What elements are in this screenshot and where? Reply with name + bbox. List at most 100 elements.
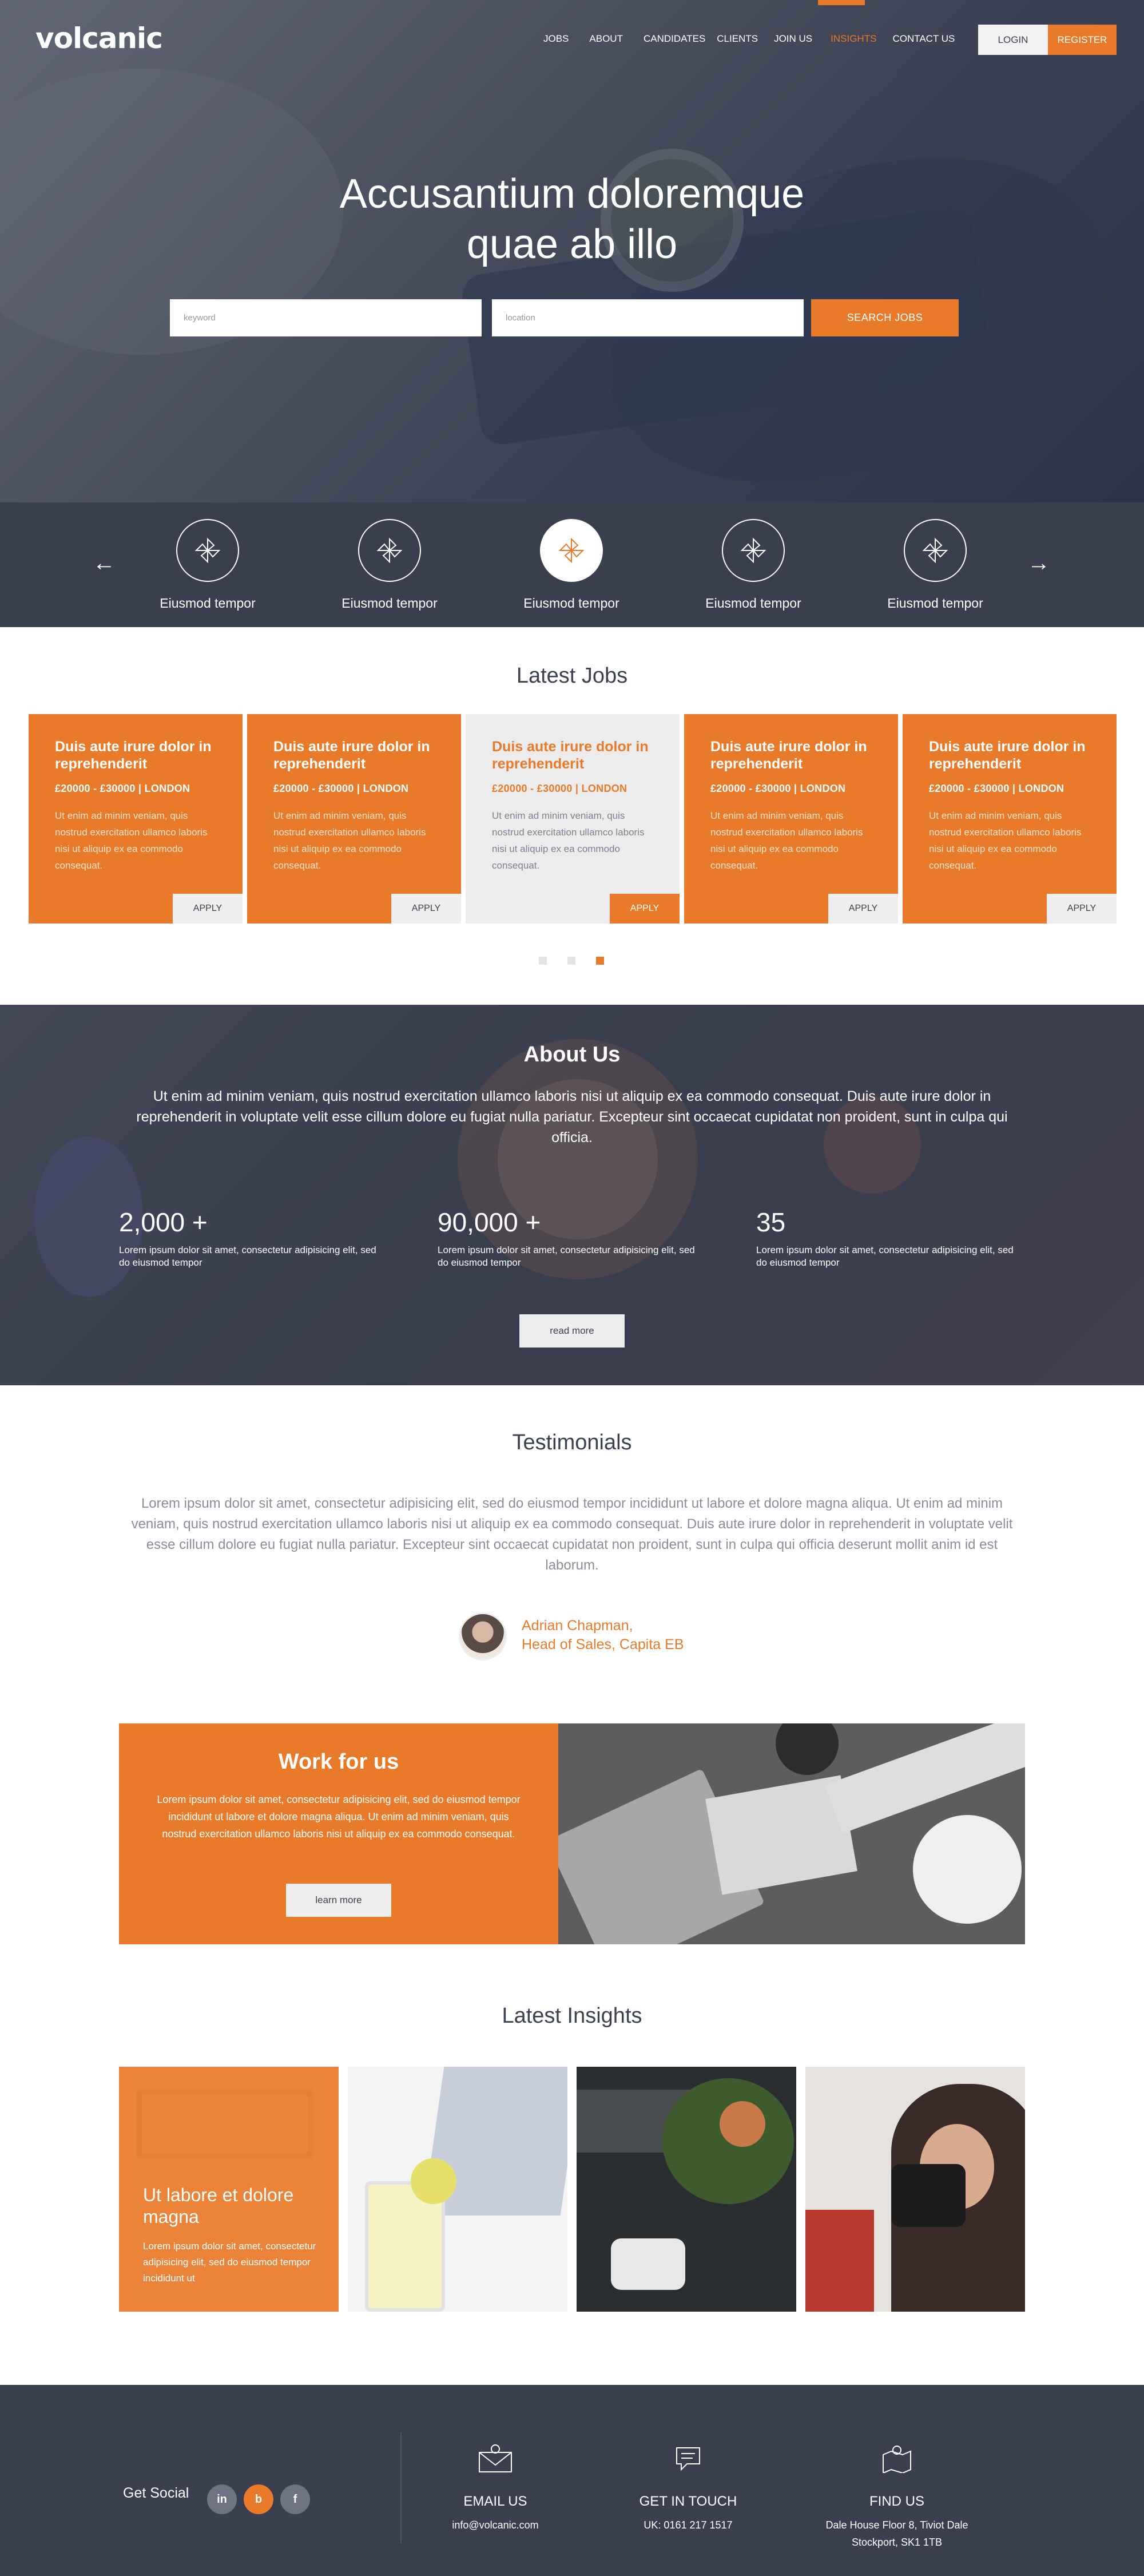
carousel-prev-arrow-icon[interactable]: ← bbox=[93, 550, 116, 576]
insight-card[interactable] bbox=[805, 2067, 1025, 2312]
nav-item-about[interactable]: ABOUT bbox=[589, 33, 623, 45]
apply-button[interactable]: APPLY bbox=[391, 894, 461, 924]
social-label: Get Social bbox=[123, 2485, 189, 2501]
blogger-icon[interactable]: b bbox=[244, 2484, 273, 2514]
footer-phone[interactable]: UK: 0161 217 1517 bbox=[602, 2516, 774, 2534]
job-description: Ut enim ad minim veniam, quis nostrud ex… bbox=[492, 810, 645, 871]
category-item-active[interactable]: Eiusmod tempor bbox=[503, 519, 640, 611]
latest-insights-title: Latest Insights bbox=[502, 2004, 642, 2028]
insight-card[interactable] bbox=[577, 2067, 796, 2312]
avatar bbox=[459, 1612, 507, 1660]
category-label: Eiusmod tempor bbox=[705, 596, 801, 611]
apply-button[interactable]: APPLY bbox=[1047, 894, 1117, 924]
insight-excerpt: Lorem ipsum dolor sit amet, consectetur … bbox=[143, 2241, 316, 2284]
stat-number: 35 bbox=[756, 1207, 786, 1237]
nav-item-clients[interactable]: CLIENTS bbox=[717, 33, 758, 45]
pagination-dot-active[interactable] bbox=[596, 957, 604, 965]
job-salary: £20000 - £30000 | LONDON bbox=[492, 783, 627, 794]
insight-card[interactable] bbox=[348, 2067, 567, 2312]
job-card[interactable]: Duis aute irure dolor in reprehenderit £… bbox=[903, 714, 1117, 924]
apply-button[interactable]: APPLY bbox=[173, 894, 243, 924]
footer-email-address[interactable]: info@volcanic.com bbox=[410, 2516, 581, 2534]
category-label: Eiusmod tempor bbox=[887, 596, 983, 611]
about-title: About Us bbox=[523, 1043, 621, 1067]
insight-card-featured[interactable]: Ut labore et dolore magna Lorem ipsum do… bbox=[119, 2067, 339, 2312]
footer-email-title: EMAIL US bbox=[463, 2494, 527, 2509]
job-salary: £20000 - £30000 | LONDON bbox=[929, 783, 1064, 794]
apply-button[interactable]: APPLY bbox=[828, 894, 898, 924]
envelope-icon bbox=[410, 2443, 581, 2473]
job-title[interactable]: Duis aute irure dolor in reprehenderit bbox=[710, 738, 873, 772]
pagination-dot[interactable] bbox=[539, 957, 547, 965]
footer-email: EMAIL US info@volcanic.com bbox=[410, 2443, 581, 2534]
linkedin-icon[interactable]: in bbox=[207, 2484, 237, 2514]
pinwheel-icon bbox=[540, 519, 603, 582]
pinwheel-icon bbox=[722, 519, 785, 582]
nav-item-jobs[interactable]: JOBS bbox=[543, 33, 569, 45]
job-title[interactable]: Duis aute irure dolor in reprehenderit bbox=[929, 738, 1091, 772]
map-pin-icon bbox=[811, 2443, 983, 2473]
nav-item-contact-us[interactable]: CONTACT US bbox=[892, 33, 955, 45]
photo-plate bbox=[913, 1815, 1022, 1924]
nav-item-join-us[interactable]: JOIN US bbox=[774, 33, 812, 45]
job-card[interactable]: Duis aute irure dolor in reprehenderit £… bbox=[247, 714, 461, 924]
footer-location: FIND US Dale House Floor 8, Tiviot Dale … bbox=[811, 2443, 983, 2551]
login-button[interactable]: LOGIN bbox=[978, 25, 1048, 55]
pinwheel-icon bbox=[904, 519, 967, 582]
footer-location-title: FIND US bbox=[869, 2494, 924, 2509]
hero-title: Accusantium doloremque quae ab illo bbox=[0, 169, 1144, 270]
job-salary: £20000 - £30000 | LONDON bbox=[273, 783, 409, 794]
pagination-dot[interactable] bbox=[567, 957, 575, 965]
insight-image-camera bbox=[891, 2164, 966, 2227]
job-description: Ut enim ad minim veniam, quis nostrud ex… bbox=[929, 810, 1082, 871]
search-jobs-button[interactable]: SEARCH JOBS bbox=[811, 299, 959, 336]
work-for-us-title: Work for us bbox=[278, 1750, 399, 1774]
apply-button[interactable]: APPLY bbox=[610, 894, 680, 924]
job-card-highlighted[interactable]: Duis aute irure dolor in reprehenderit £… bbox=[466, 714, 680, 924]
insight-image-lemon bbox=[411, 2158, 456, 2204]
jobs-pagination-dots bbox=[539, 957, 604, 965]
footer-address-line2: Stockport, SK1 1TB bbox=[851, 2537, 943, 2548]
category-item[interactable]: Eiusmod tempor bbox=[867, 519, 1004, 611]
keyword-input[interactable] bbox=[170, 299, 482, 336]
job-title[interactable]: Duis aute irure dolor in reprehenderit bbox=[55, 738, 217, 772]
footer-contact-title: GET IN TOUCH bbox=[639, 2494, 737, 2509]
insight-image-jar bbox=[611, 2238, 685, 2290]
job-title[interactable]: Duis aute irure dolor in reprehenderit bbox=[273, 738, 436, 772]
facebook-icon[interactable]: f bbox=[280, 2484, 310, 2514]
chat-bubble-icon bbox=[602, 2443, 774, 2473]
nav-item-candidates[interactable]: CANDIDATES bbox=[644, 33, 705, 45]
category-label: Eiusmod tempor bbox=[523, 596, 619, 611]
work-for-us-photo bbox=[558, 1723, 1025, 1944]
photo-cup bbox=[776, 1723, 839, 1775]
footer-address-line1: Dale House Floor 8, Tiviot Dale bbox=[825, 2519, 968, 2531]
category-item[interactable]: Eiusmod tempor bbox=[139, 519, 276, 611]
photo-keyboard bbox=[825, 1723, 1025, 1834]
insight-title[interactable]: Ut labore et dolore magna bbox=[143, 2184, 326, 2228]
register-button[interactable]: REGISTER bbox=[1048, 25, 1117, 55]
insight-image-background bbox=[805, 2210, 874, 2312]
author-role: Head of Sales, Capita EB bbox=[522, 1636, 684, 1652]
stat-text: Lorem ipsum dolor sit amet, consectetur … bbox=[756, 1245, 1014, 1268]
learn-more-button[interactable]: learn more bbox=[286, 1884, 391, 1917]
about-text: Ut enim ad minim veniam, quis nostrud ex… bbox=[136, 1088, 1008, 1146]
latest-jobs-title: Latest Jobs bbox=[516, 664, 628, 688]
job-title[interactable]: Duis aute irure dolor in reprehenderit bbox=[492, 738, 654, 772]
footer-contact: GET IN TOUCH UK: 0161 217 1517 bbox=[602, 2443, 774, 2534]
footer-divider bbox=[400, 2432, 402, 2544]
nav-item-insights[interactable]: INSIGHTS bbox=[831, 33, 876, 45]
read-more-button[interactable]: read more bbox=[519, 1314, 625, 1348]
hero-title-line2: quae ab illo bbox=[466, 221, 678, 267]
stat-block: 90,000 + Lorem ipsum dolor sit amet, con… bbox=[438, 1206, 701, 1269]
work-for-us-text: Lorem ipsum dolor sit amet, consectetur … bbox=[157, 1794, 521, 1840]
stat-block: 35 Lorem ipsum dolor sit amet, consectet… bbox=[756, 1206, 1019, 1269]
pinwheel-icon bbox=[176, 519, 239, 582]
location-input[interactable] bbox=[492, 299, 804, 336]
carousel-next-arrow-icon[interactable]: → bbox=[1027, 550, 1050, 576]
nav-active-indicator bbox=[818, 0, 865, 5]
category-item[interactable]: Eiusmod tempor bbox=[685, 519, 822, 611]
job-card[interactable]: Duis aute irure dolor in reprehenderit £… bbox=[29, 714, 243, 924]
category-item[interactable]: Eiusmod tempor bbox=[321, 519, 458, 611]
site-logo[interactable]: volcanic bbox=[35, 22, 163, 55]
job-card[interactable]: Duis aute irure dolor in reprehenderit £… bbox=[684, 714, 898, 924]
